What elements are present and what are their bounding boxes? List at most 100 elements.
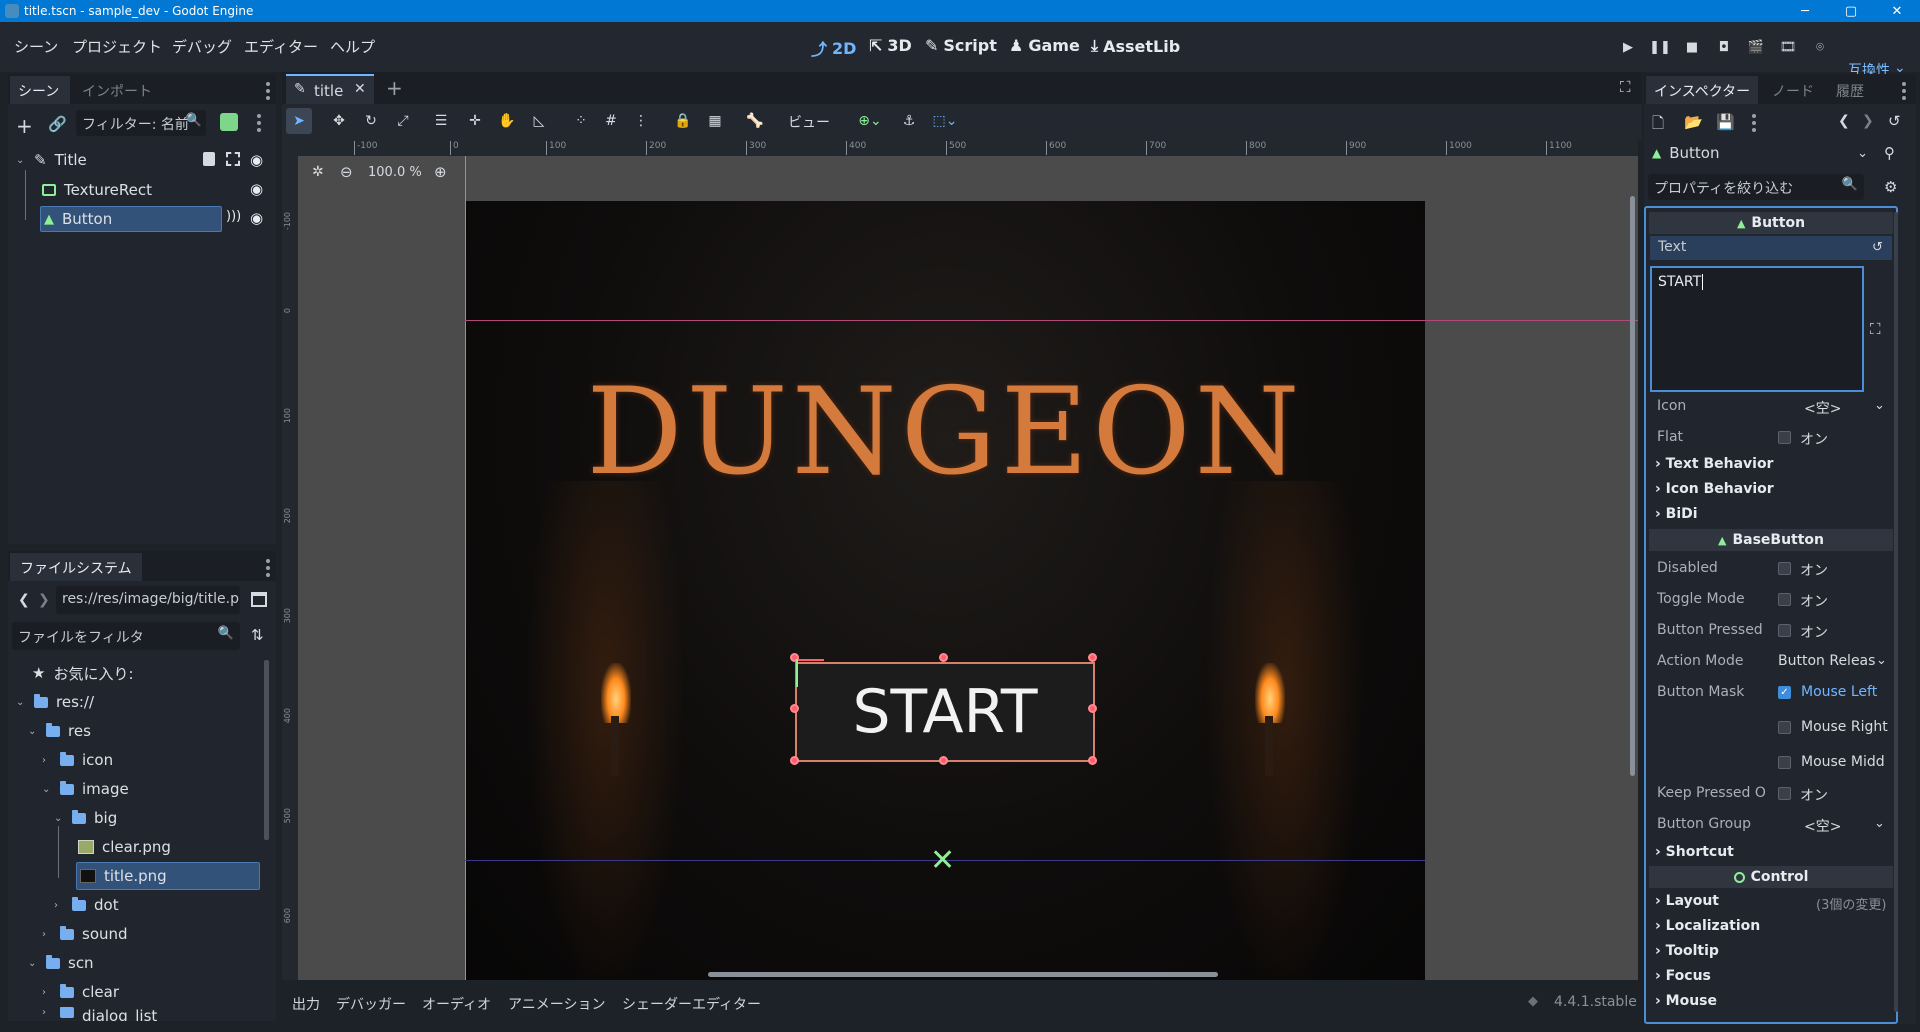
stop-icon[interactable]: ■ bbox=[1681, 36, 1703, 58]
view-menu[interactable]: ビュー bbox=[788, 112, 830, 132]
play-icon[interactable]: ▶ bbox=[1617, 36, 1639, 58]
fs-item-icon[interactable]: › icon bbox=[42, 748, 113, 772]
fs-item-title-png[interactable]: title.png bbox=[80, 864, 167, 888]
resize-handle[interactable] bbox=[790, 756, 799, 765]
fs-item-dialog-list[interactable]: › dialog_list bbox=[42, 1007, 157, 1021]
category-focus[interactable]: › Focus bbox=[1655, 968, 1711, 984]
pivot-mode-icon[interactable]: ✛ bbox=[462, 108, 488, 134]
add-icon[interactable]: ⊕⌄ bbox=[852, 108, 888, 134]
tab-audio[interactable]: オーディオ bbox=[422, 994, 491, 1014]
x-axis-arrow[interactable] bbox=[796, 659, 824, 661]
toggle-mode-checkbox[interactable] bbox=[1778, 593, 1791, 606]
horizontal-ruler[interactable]: -100 0 100 200 300 400 500 600 700 800 900 1000 1100 bbox=[282, 140, 1638, 156]
vertical-ruler[interactable]: -100 0 100 200 300 400 500 600 bbox=[282, 140, 298, 980]
action-mode-dropdown[interactable]: Button Releas bbox=[1778, 653, 1875, 669]
minimize-button[interactable]: ─ bbox=[1782, 0, 1828, 22]
tab-scene[interactable]: シーン bbox=[10, 76, 70, 104]
mask-left-checkbox[interactable]: ✓ bbox=[1778, 686, 1791, 699]
filesystem-scrollbar[interactable] bbox=[264, 660, 269, 840]
scene-tree-menu-icon[interactable] bbox=[257, 114, 261, 132]
instantiate-scene-icon[interactable]: 🔗 bbox=[48, 115, 67, 133]
resize-handle[interactable] bbox=[790, 704, 799, 713]
text-property-editor[interactable]: START bbox=[1650, 266, 1864, 392]
close-window-button[interactable]: ✕ bbox=[1874, 0, 1920, 22]
tree-node-texturerect[interactable]: TextureRect bbox=[42, 178, 152, 202]
favorites-item[interactable]: ★ お気に入り: bbox=[32, 661, 134, 685]
smart-snap-icon[interactable]: ⁘ bbox=[568, 108, 594, 134]
category-mouse[interactable]: › Mouse bbox=[1655, 993, 1717, 1009]
history-forward-icon[interactable]: ❯ bbox=[1862, 113, 1874, 129]
tab-shader-editor[interactable]: シェーダーエディター bbox=[622, 994, 761, 1014]
resize-handle[interactable] bbox=[1088, 756, 1097, 765]
vertical-scrollbar[interactable] bbox=[1630, 196, 1635, 776]
flat-checkbox[interactable] bbox=[1778, 431, 1791, 444]
zoom-in-icon[interactable]: ⊕ bbox=[434, 163, 447, 181]
attach-script-icon[interactable] bbox=[220, 113, 238, 131]
play-custom-scene-icon[interactable]: 🎞 bbox=[1777, 36, 1799, 58]
tab-inspector[interactable]: インスペクター bbox=[1646, 76, 1759, 104]
fs-item-res[interactable]: ⌄ res bbox=[28, 719, 91, 743]
open-folder-icon[interactable]: 📂 bbox=[1684, 113, 1703, 131]
prop-icon-value[interactable]: <空> bbox=[1804, 398, 1841, 418]
show-list-icon[interactable]: ☰ bbox=[428, 108, 454, 134]
select-mode-icon[interactable]: ➤ bbox=[286, 108, 312, 134]
anchor-icon[interactable]: ⚓ bbox=[896, 108, 922, 134]
revert-icon[interactable]: ↺ bbox=[1872, 240, 1883, 255]
chevron-down-icon[interactable]: ⌄ bbox=[1874, 816, 1885, 831]
expand-editor-icon[interactable]: ⛶ bbox=[1870, 320, 1881, 338]
tab-debugger[interactable]: デバッガー bbox=[336, 994, 406, 1014]
category-bidi[interactable]: › BiDi bbox=[1655, 506, 1698, 522]
menu-scene[interactable]: シーン bbox=[14, 36, 58, 57]
script-attached-icon[interactable] bbox=[203, 152, 215, 166]
category-shortcut[interactable]: › Shortcut bbox=[1655, 844, 1734, 860]
pan-mode-icon[interactable]: ✋ bbox=[494, 108, 520, 134]
file-filter-input[interactable]: ファイルをフィルタ 🔍 bbox=[12, 622, 240, 650]
scene-dock-menu-icon[interactable] bbox=[266, 82, 270, 100]
scene-filter-input[interactable]: フィルター: 名前 🔍 bbox=[76, 110, 206, 136]
group-selected-icon[interactable] bbox=[226, 152, 240, 166]
visibility-eye-icon[interactable]: ◉ bbox=[250, 151, 263, 169]
keep-pressed-checkbox[interactable] bbox=[1778, 787, 1791, 800]
workspace-assetlib-button[interactable]: ⤓ AssetLib bbox=[1091, 36, 1180, 56]
tree-node-button[interactable]: ▲ Button bbox=[44, 207, 112, 231]
close-icon[interactable]: ✕ bbox=[354, 81, 366, 97]
tab-output[interactable]: 出力 bbox=[292, 994, 320, 1014]
menu-help[interactable]: ヘルプ bbox=[330, 36, 375, 57]
category-icon-behavior[interactable]: › Icon Behavior bbox=[1655, 481, 1774, 497]
mask-middle-checkbox[interactable] bbox=[1778, 756, 1791, 769]
menu-editor[interactable]: エディター bbox=[244, 36, 318, 57]
snap-options-icon[interactable]: ⋮ bbox=[628, 108, 654, 134]
save-icon[interactable]: 💾 bbox=[1716, 113, 1735, 131]
forward-arrow-icon[interactable]: ❯ bbox=[38, 592, 50, 608]
filesystem-path-field[interactable]: res://res/image/big/title.p bbox=[56, 586, 240, 614]
center-view-icon[interactable]: ✲ bbox=[312, 164, 324, 180]
object-properties-icon[interactable]: ⚲ bbox=[1884, 144, 1895, 162]
property-options-icon[interactable]: ⚙ bbox=[1884, 178, 1897, 196]
disabled-checkbox[interactable] bbox=[1778, 562, 1791, 575]
tab-title-scene[interactable]: ✎ title ✕ bbox=[286, 74, 374, 104]
tree-node-title[interactable]: ⌄ ✎ Title bbox=[16, 148, 87, 172]
toggle-split-icon[interactable] bbox=[251, 592, 267, 607]
start-button-preview[interactable]: START bbox=[795, 662, 1095, 762]
fs-item-dot[interactable]: › dot bbox=[54, 893, 119, 917]
node-type-selector[interactable]: ▲ Button ⌄ bbox=[1648, 140, 1874, 166]
filesystem-menu-icon[interactable] bbox=[266, 559, 270, 577]
workspace-2d-button[interactable]: ⤴ 2D bbox=[811, 36, 856, 60]
menu-debug[interactable]: デバッグ bbox=[172, 36, 232, 57]
ruler-mode-icon[interactable]: ◺ bbox=[526, 108, 552, 134]
sort-icon[interactable]: ⇅ bbox=[251, 626, 264, 644]
workspace-3d-button[interactable]: ⇱ 3D bbox=[869, 36, 912, 55]
lock-icon[interactable]: 🔒 bbox=[670, 108, 696, 134]
resize-handle[interactable] bbox=[1088, 653, 1097, 662]
fs-item-big[interactable]: ⌄ big bbox=[54, 806, 117, 830]
zoom-level[interactable]: 100.0 % bbox=[368, 165, 422, 180]
signal-icon[interactable]: ))) bbox=[226, 209, 241, 224]
visibility-eye-icon[interactable]: ◉ bbox=[250, 209, 263, 227]
rotate-mode-icon[interactable]: ↻ bbox=[358, 108, 384, 134]
skeleton-icon[interactable]: 🦴 bbox=[742, 108, 768, 134]
tab-import[interactable]: インポート bbox=[82, 81, 152, 101]
tab-node[interactable]: ノード bbox=[1772, 81, 1814, 101]
chevron-down-icon[interactable]: ⌄ bbox=[1874, 398, 1885, 413]
zoom-out-icon[interactable]: ⊖ bbox=[340, 163, 353, 181]
category-tooltip[interactable]: › Tooltip bbox=[1655, 943, 1719, 959]
